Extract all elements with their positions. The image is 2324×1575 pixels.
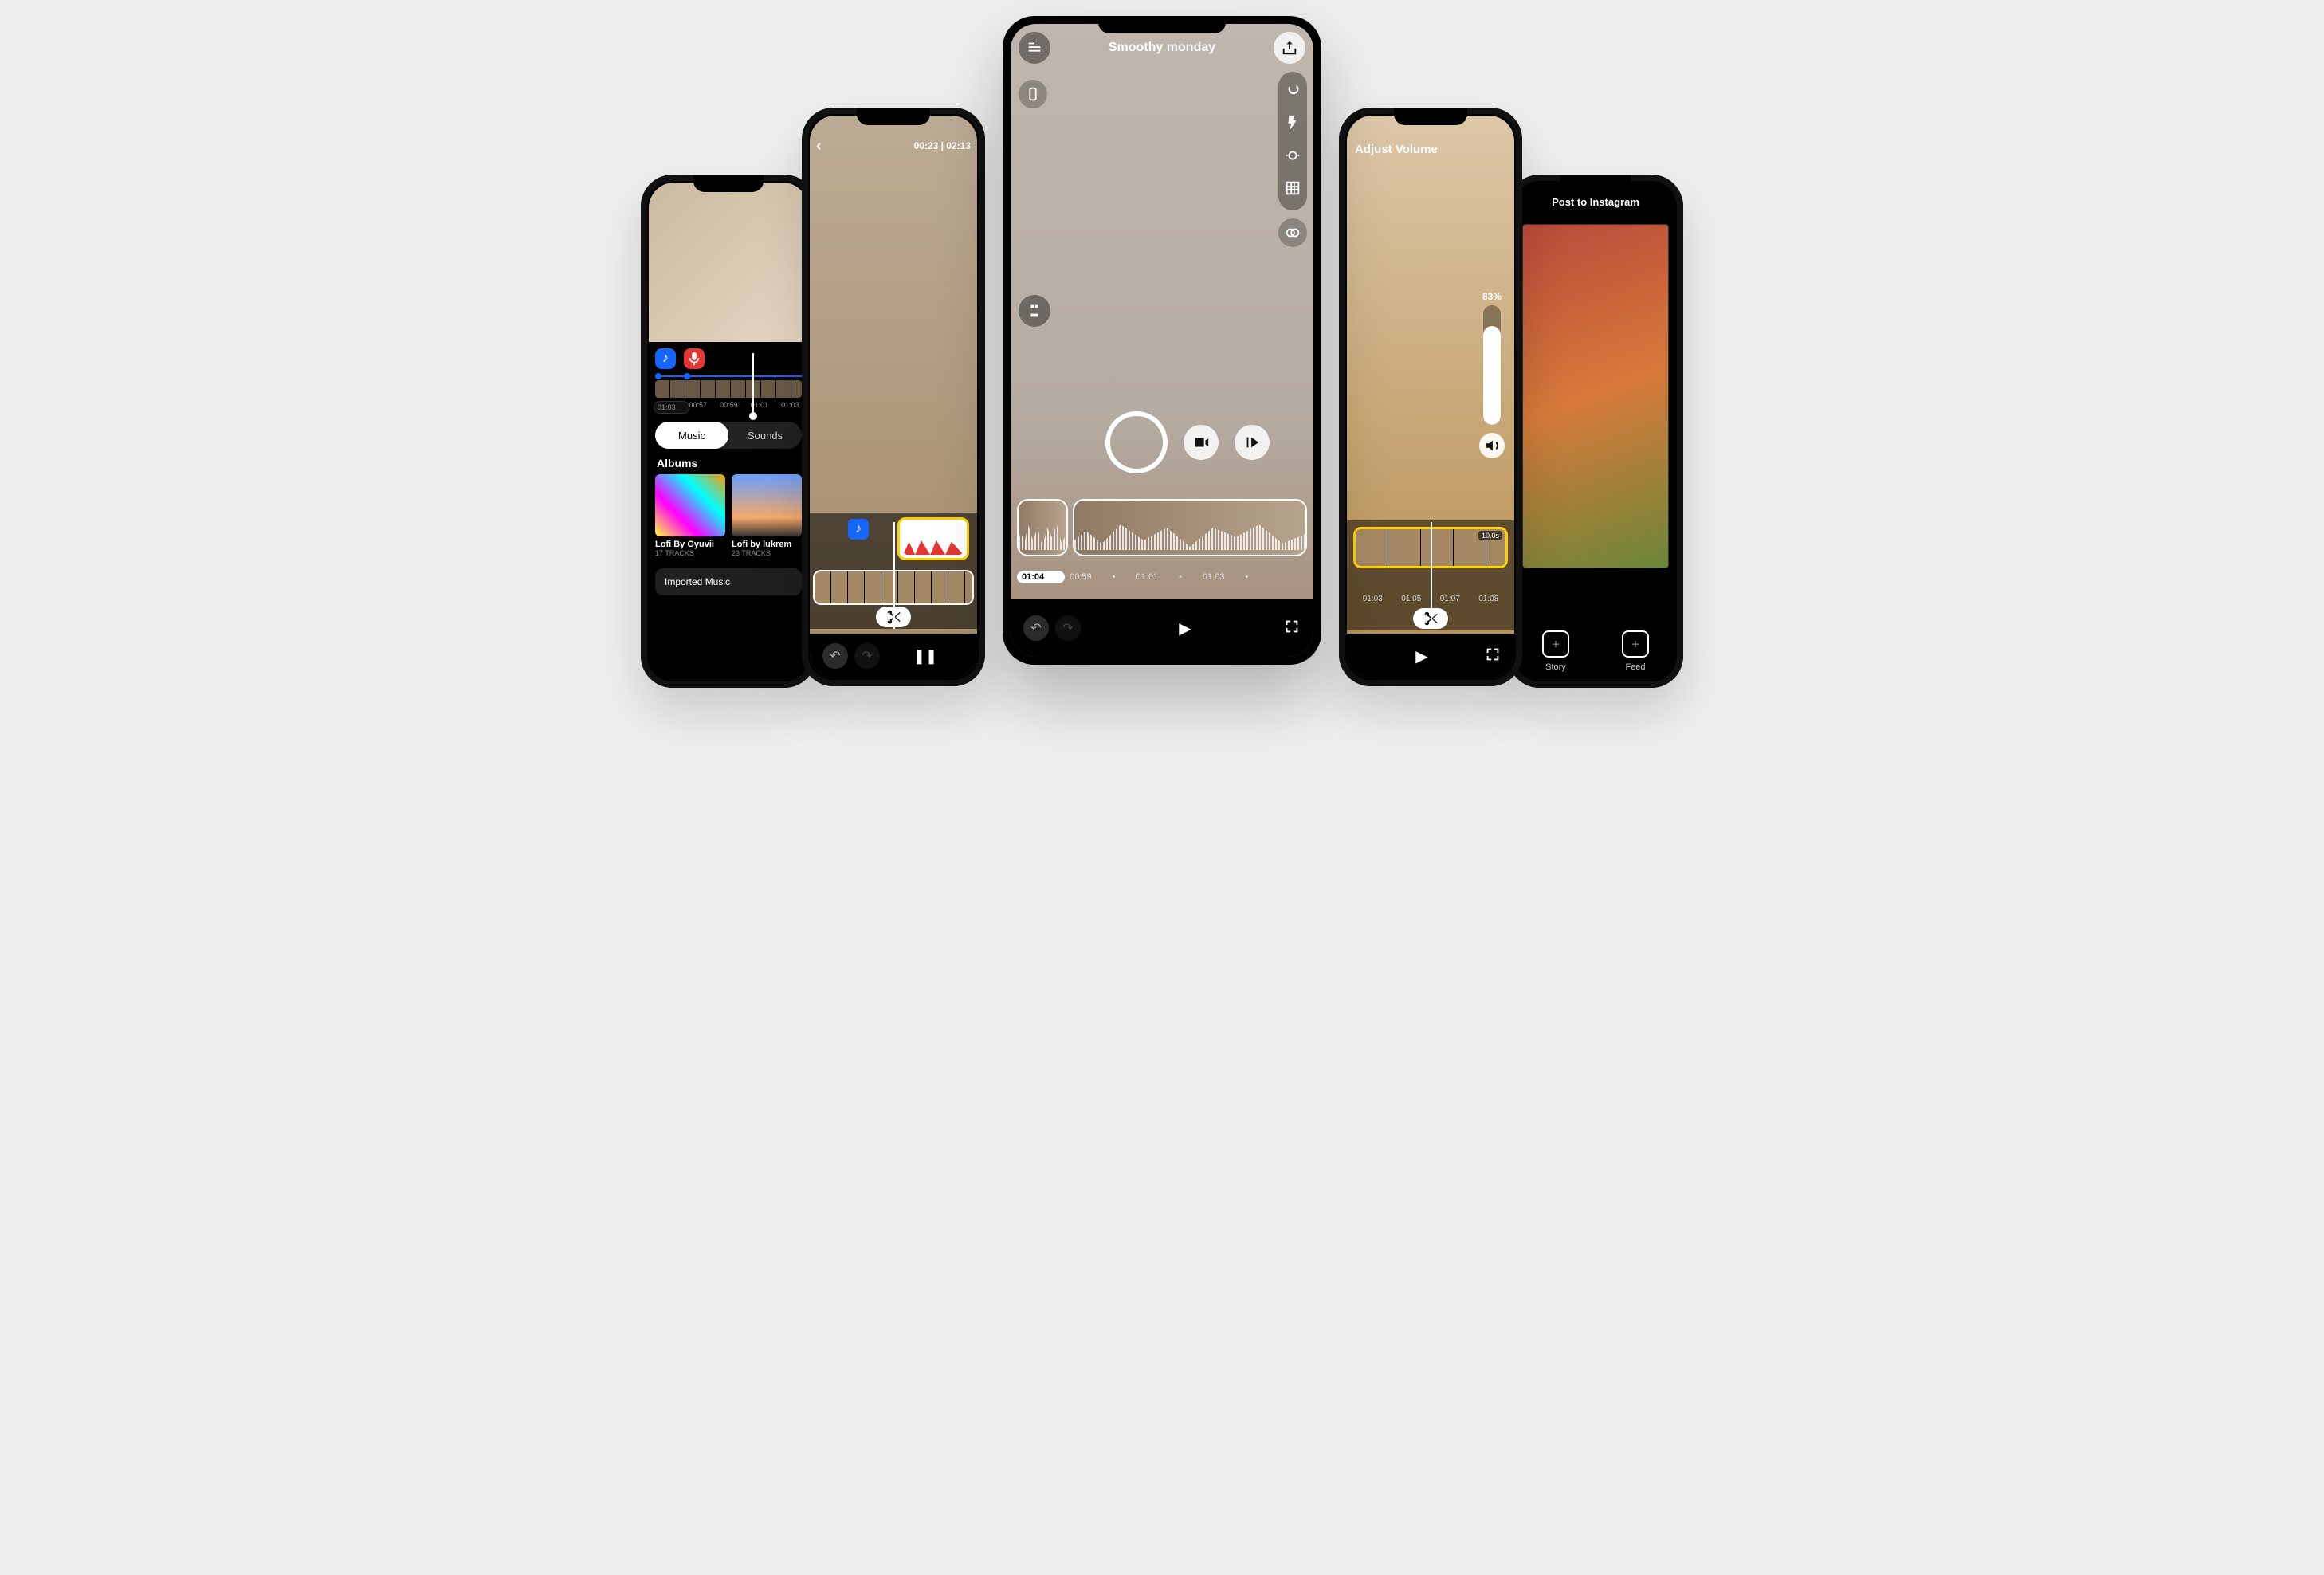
video-mode-button[interactable] <box>1184 425 1219 460</box>
filters-button[interactable] <box>1278 218 1307 247</box>
elapsed-total-label: 00:23 | 02:13 <box>914 140 971 151</box>
share-story-button[interactable]: ＋ Story <box>1542 630 1569 672</box>
tab-music[interactable]: Music <box>655 422 728 449</box>
playhead[interactable] <box>752 353 754 412</box>
screen-title: Adjust Volume <box>1355 143 1438 156</box>
speaker-icon[interactable] <box>1479 433 1505 458</box>
back-icon[interactable]: ‹ <box>816 138 822 154</box>
filmstrip[interactable] <box>655 380 802 398</box>
current-time-badge: 01:03 <box>654 401 689 414</box>
album-title: Lofi By Gyuvii <box>655 540 725 549</box>
album-title: Lofi by lukrem <box>732 540 802 549</box>
project-list-button[interactable] <box>1019 32 1050 64</box>
current-time: 01:04 <box>1017 571 1065 583</box>
volume-percent: 83% <box>1482 291 1502 302</box>
phone-post-instagram: Post to Instagram ＋ Story ＋ Feed <box>1508 175 1683 688</box>
fullscreen-button[interactable] <box>1283 618 1301 639</box>
hero-preview <box>649 183 808 342</box>
volume-fill <box>1483 326 1501 426</box>
plus-icon: ＋ <box>1622 630 1649 658</box>
fullscreen-button[interactable] <box>1484 646 1502 667</box>
clip-thumb[interactable] <box>1073 499 1307 556</box>
audio-clip-selected[interactable] <box>897 517 969 560</box>
insertion-guide <box>655 375 802 377</box>
clip-duration-badge: 10.0s <box>1478 531 1502 540</box>
lens-icon[interactable] <box>1284 147 1301 168</box>
share-button[interactable] <box>1274 32 1305 64</box>
flip-camera-icon[interactable] <box>1284 81 1301 103</box>
playhead[interactable] <box>893 522 895 629</box>
play-button[interactable]: ▶ <box>1415 646 1427 666</box>
clip-thumb[interactable] <box>1017 499 1068 556</box>
ruler: 01:03 00:57 00:59 01:01 01:03 <box>654 401 803 414</box>
library-tabs: Music Sounds <box>655 422 802 449</box>
camera-tools-rail <box>1278 72 1307 210</box>
track-type-row: ♪ <box>655 348 802 369</box>
tab-sounds[interactable]: Sounds <box>728 430 802 442</box>
share-feed-button[interactable]: ＋ Feed <box>1622 630 1649 672</box>
share-label: Story <box>1545 662 1566 672</box>
time-ruler[interactable]: 01:04 00:59• 01:01• 01:03• <box>1017 563 1307 591</box>
imported-music-button[interactable]: Imported Music <box>655 568 802 595</box>
music-icon[interactable]: ♪ <box>655 348 676 369</box>
redo-button[interactable]: ↷ <box>854 643 880 669</box>
grid-icon[interactable] <box>1284 179 1301 201</box>
share-label: Feed <box>1625 662 1645 672</box>
flash-icon[interactable] <box>1284 114 1301 136</box>
pause-button[interactable]: ❚❚ <box>913 648 937 665</box>
phone-camera-record: Smoothy monday <box>1003 16 1321 665</box>
redo-button[interactable]: ↷ <box>1055 615 1081 641</box>
section-albums: Albums <box>657 457 800 469</box>
play-button[interactable]: ▶ <box>1179 619 1191 638</box>
playhead[interactable] <box>1431 522 1432 629</box>
undo-button[interactable]: ↶ <box>1023 615 1049 641</box>
album-sub: 17 TRACKS <box>655 549 725 557</box>
beauty-button[interactable] <box>1019 295 1050 327</box>
undo-button[interactable]: ↶ <box>822 643 848 669</box>
phone-lineup: ♪ 01:03 00:57 00:59 01:01 01:03 Music So… <box>638 0 1686 711</box>
phone-track-editor: ‹ 00:23 | 02:13 ♪ ↶ ↷ ❚❚ <box>802 108 985 686</box>
volume-slider[interactable] <box>1483 305 1501 425</box>
plus-icon: ＋ <box>1542 630 1569 658</box>
mic-icon[interactable] <box>684 348 705 369</box>
album-sub: 23 TRACKS <box>732 549 802 557</box>
album-card[interactable]: Lofi by lukrem 23 TRACKS <box>732 474 802 557</box>
phone-music-library: ♪ 01:03 00:57 00:59 01:01 01:03 Music So… <box>641 175 816 688</box>
album-card[interactable]: Lofi By Gyuvii 17 TRACKS <box>655 474 725 557</box>
export-preview <box>1522 224 1669 568</box>
music-track-icon[interactable]: ♪ <box>848 519 869 540</box>
phone-adjust-volume: Adjust Volume 83% 10.0s 01:03 01:05 01:0… <box>1339 108 1522 686</box>
orientation-button[interactable] <box>1019 80 1047 108</box>
speed-button[interactable] <box>1235 425 1270 460</box>
record-button[interactable] <box>1105 411 1168 473</box>
project-title: Smoothy monday <box>1109 41 1215 55</box>
